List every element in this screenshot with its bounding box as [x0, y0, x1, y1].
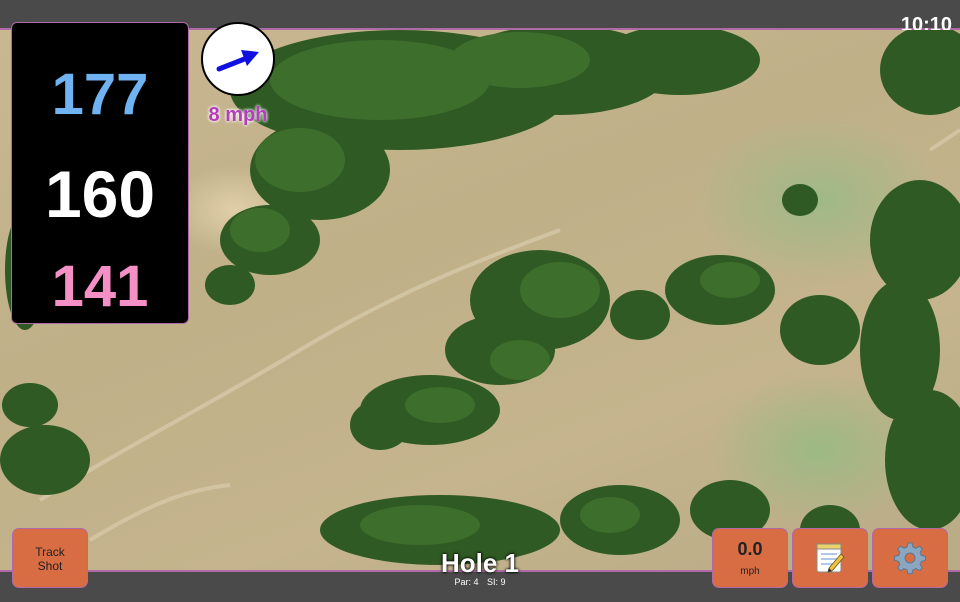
front-yardage: 141 [51, 254, 149, 319]
wind-arrow-icon [216, 50, 259, 72]
wind-indicator[interactable] [201, 22, 275, 96]
yardage-panel: 177 160 141 [11, 22, 189, 324]
speed-unit: mph [740, 566, 760, 577]
settings-button[interactable] [872, 528, 948, 588]
hole-info: Par: 4 SI: 9 [380, 577, 580, 587]
wind-speed-label: 8 mph [208, 104, 268, 126]
hole-stroke-index: SI: 9 [487, 577, 506, 587]
track-shot-label-line2: Shot [37, 559, 63, 573]
track-shot-label-line1: Track [35, 545, 65, 559]
notepad-icon [816, 543, 845, 573]
speed-button[interactable]: 0.0 mph [712, 528, 788, 588]
gear-icon [894, 542, 926, 575]
track-shot-button[interactable]: Track Shot [12, 528, 88, 588]
hole-par: Par: 4 [454, 577, 479, 587]
hole-title: Hole 1 [440, 548, 520, 578]
speed-value: 0.0 [737, 539, 763, 559]
middle-yardage: 160 [44, 157, 156, 231]
notes-button[interactable] [792, 528, 868, 588]
back-yardage: 177 [51, 62, 149, 127]
